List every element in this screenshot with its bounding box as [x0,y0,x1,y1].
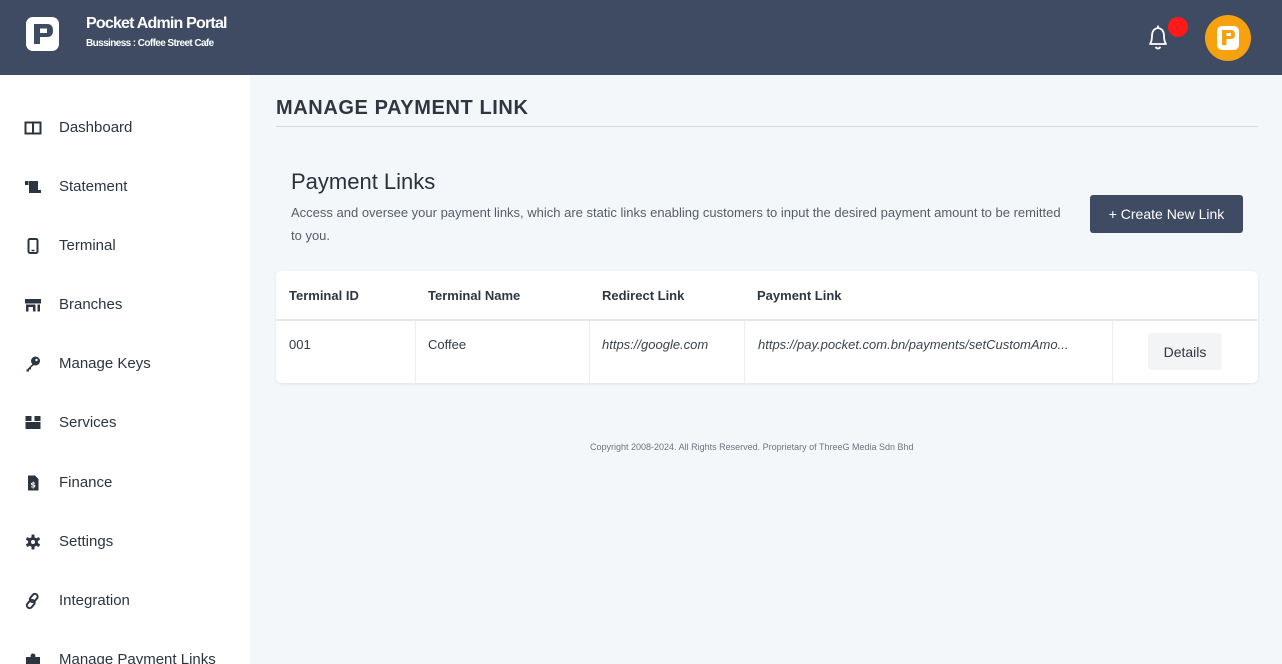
payment-links-table: Terminal ID Terminal Name Redirect Link … [276,271,1258,383]
sidebar-item-settings[interactable]: Settings [0,517,250,567]
divider [589,321,590,383]
sidebar-item-finance[interactable]: $ Finance [0,458,250,508]
top-header: Pocket Admin Portal Bussiness : Coffee S… [0,0,1282,75]
svg-text:$: $ [30,481,36,490]
column-header-terminal-id: Terminal ID [289,288,359,303]
divider [276,319,1258,321]
page-title: MANAGE PAYMENT LINK [276,97,529,119]
business-name: Bussiness : Coffee Street Cafe [86,38,214,49]
sidebar-item-label: Services [59,414,117,431]
pocket-logo-icon[interactable] [26,17,59,51]
payment-link-cell[interactable]: https://pay.pocket.com.bn/payments/setCu… [758,337,1103,352]
portal-title: Pocket Admin Portal [86,15,227,32]
link-icon [25,592,39,610]
gear-icon [26,534,40,550]
divider [415,321,416,383]
divider [744,321,745,383]
sidebar-item-label: Dashboard [59,119,133,136]
copyright-text: Copyright 2008-2024. All Rights Reserved… [590,442,914,452]
terminal-name-cell: Coffee [428,337,467,352]
sidebar-item-manage-payment-links[interactable]: Manage Payment Links [0,635,250,664]
column-header-payment-link: Payment Link [757,288,842,303]
notification-badge [1168,17,1188,37]
sidebar-item-label: Terminal [59,237,116,254]
sidebar-item-label: Manage Keys [59,355,151,372]
sidebar-item-label: Integration [59,592,130,609]
sidebar-item-dashboard[interactable]: Dashboard [0,103,250,153]
column-header-redirect-link: Redirect Link [602,288,685,303]
key-icon [26,356,40,372]
avatar[interactable] [1205,15,1251,61]
sidebar-item-services[interactable]: Services [0,398,250,448]
invoice-icon: $ [28,475,39,491]
sidebar-item-label: Manage Payment Links [59,651,216,664]
sidebar-item-label: Statement [59,178,128,195]
column-header-terminal-name: Terminal Name [428,288,521,303]
sidebar-item-integration[interactable]: Integration [0,576,250,626]
sidebar: Dashboard Statement Terminal Branches Ma… [0,75,250,664]
redirect-link-cell[interactable]: https://google.com [602,337,708,352]
divider [1112,321,1113,383]
sidebar-item-terminal[interactable]: Terminal [0,221,250,271]
section-title: Payment Links [291,169,436,194]
sidebar-item-statement[interactable]: Statement [0,162,250,212]
divider [276,126,1258,127]
mobile-icon [27,238,39,254]
sidebar-item-manage-keys[interactable]: Manage Keys [0,339,250,389]
details-button[interactable]: Details [1148,333,1222,370]
terminal-id-cell: 001 [289,337,311,352]
create-new-link-button[interactable]: + Create New Link [1090,195,1243,233]
sidebar-item-label: Settings [59,533,114,550]
store-icon [25,299,41,312]
sidebar-item-label: Branches [59,296,123,313]
columns-icon [24,121,42,135]
sidebar-item-branches[interactable]: Branches [0,280,250,330]
scroll-icon [25,181,41,193]
sidebar-item-label: Finance [59,474,113,491]
box-icon [25,416,41,429]
puzzle-icon [26,653,40,664]
section-description: Access and oversee your payment links, w… [291,205,1061,243]
